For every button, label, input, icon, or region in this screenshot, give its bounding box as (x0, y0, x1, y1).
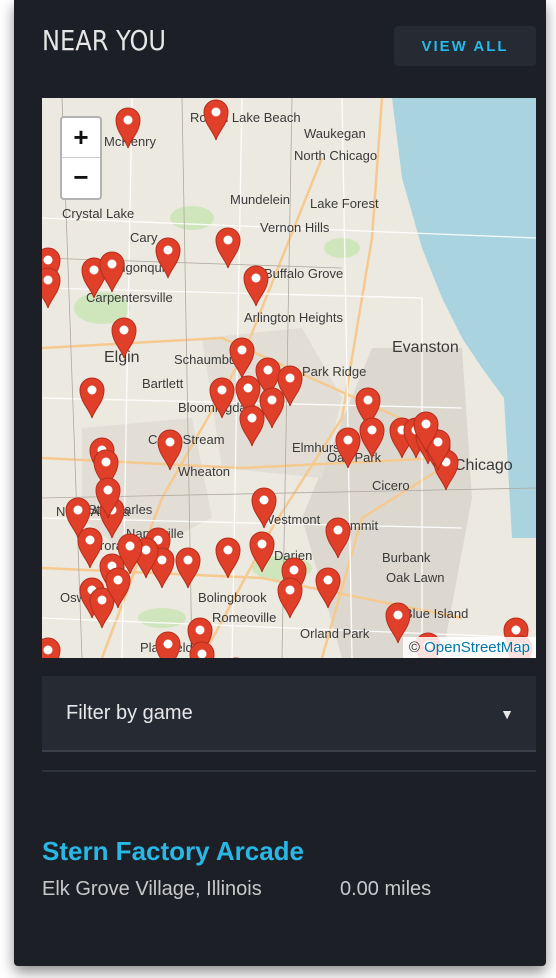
place-label: Oak Lawn (386, 570, 445, 585)
filter-label: Filter by game (66, 702, 193, 724)
filter-by-game-select[interactable]: Filter by game ▼ (42, 676, 536, 752)
arcade-name-link[interactable]: Stern Factory Arcade (42, 836, 304, 867)
place-label: Bolingbrook (198, 590, 267, 605)
place-label: Cicero (372, 478, 410, 493)
divider (42, 770, 536, 772)
place-label: Waukegan (304, 126, 366, 141)
map-canvas[interactable]: Round Lake BeachWaukeganNorth ChicagoMcH… (42, 98, 536, 658)
place-label: Romeoville (212, 610, 276, 625)
zoom-in-button[interactable]: + (62, 118, 100, 158)
place-label: North Chicago (294, 148, 377, 163)
zoom-control: + − (60, 116, 102, 200)
place-label: Chicago (454, 457, 513, 474)
place-label: Lake Forest (310, 196, 379, 211)
place-label: Vernon Hills (260, 220, 330, 235)
openstreetmap-link[interactable]: OpenStreetMap (424, 639, 530, 656)
place-label: Evanston (392, 339, 459, 356)
place-label: Park Ridge (302, 364, 366, 379)
place-label: Arlington Heights (244, 310, 343, 325)
place-label: Blue Island (404, 606, 468, 621)
chevron-down-icon: ▼ (500, 706, 514, 722)
map[interactable]: Round Lake BeachWaukeganNorth ChicagoMcH… (42, 98, 536, 658)
section-title: NEAR YOU (42, 24, 167, 57)
place-label: Bartlett (142, 376, 184, 391)
near-you-panel: NEAR YOU VIEW ALL Round Lake Beach Wauke… (14, 0, 546, 966)
place-label: Orland Park (300, 626, 370, 641)
map-attribution: © OpenStreetMap (402, 637, 536, 658)
place-label: Wheaton (178, 464, 230, 479)
place-label: Mundelein (230, 192, 290, 207)
place-label: Crystal Lake (62, 206, 134, 221)
arcade-distance: 0.00 miles (340, 878, 432, 900)
location-pin-icon[interactable] (155, 631, 181, 658)
zoom-out-button[interactable]: − (62, 158, 100, 198)
place-label: Burbank (382, 550, 431, 565)
place-label: Carpentersville (86, 290, 173, 305)
place-label: Cary (130, 230, 158, 245)
view-all-button[interactable]: VIEW ALL (394, 26, 536, 66)
arcade-location: Elk Grove Village, Illinois (42, 878, 262, 900)
place-label: Buffalo Grove (264, 266, 343, 281)
copyright-symbol: © (408, 639, 420, 656)
